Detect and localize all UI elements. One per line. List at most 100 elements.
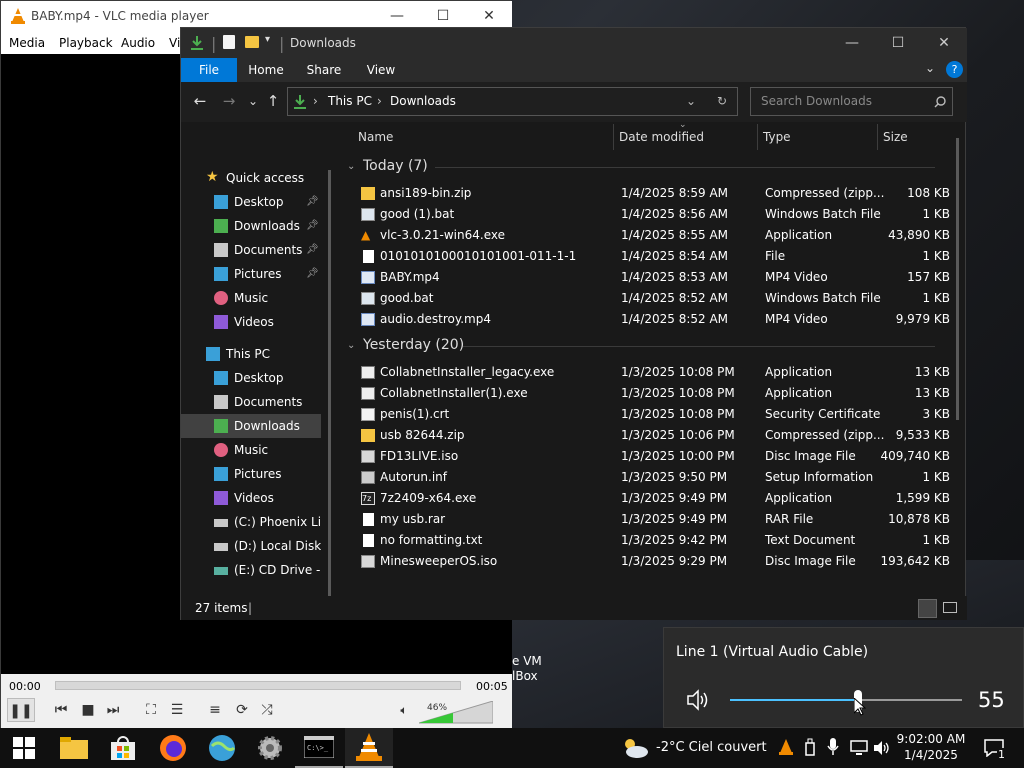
new-folder-icon[interactable]: [245, 36, 259, 48]
clock[interactable]: 9:02:00 AM 1/4/2025: [888, 731, 974, 763]
column-header-name[interactable]: Name: [358, 130, 393, 144]
nav-item[interactable]: Desktop 📌︎: [181, 190, 321, 214]
address-history-chevron-icon[interactable]: ⌄: [686, 88, 696, 115]
details-view-icon[interactable]: [918, 599, 937, 618]
recent-locations-chevron-icon[interactable]: ⌄: [243, 94, 263, 108]
pin-icon[interactable]: 📌︎: [306, 214, 319, 238]
desktop-icon-label[interactable]: e VM lBox: [512, 654, 542, 684]
vlc-menu-playback[interactable]: Playback: [59, 36, 113, 50]
group-header[interactable]: Yesterday (20): [363, 337, 464, 353]
vlc-random-button[interactable]: ⤮: [255, 698, 279, 722]
explorer-close-button[interactable]: ✕: [921, 28, 967, 58]
group-collapse-chevron-icon[interactable]: ⌄: [347, 340, 355, 351]
tab-home[interactable]: Home: [243, 58, 289, 82]
nav-item[interactable]: (E:) CD Drive - IR5: [181, 558, 321, 582]
file-row[interactable]: CollabnetInstaller_legacy.exe 1/3/2025 10…: [358, 362, 955, 383]
nav-item[interactable]: Videos: [181, 486, 321, 510]
weather-text[interactable]: -2°C Ciel couvert: [656, 740, 767, 755]
breadcrumb-this-pc[interactable]: This PC: [328, 88, 372, 115]
nav-item[interactable]: Pictures: [181, 462, 321, 486]
weather-cloud-icon[interactable]: [621, 736, 649, 760]
taskbar-file-explorer[interactable]: [50, 728, 98, 768]
vlc-previous-button[interactable]: ⏮: [49, 698, 73, 722]
taskbar-command-prompt[interactable]: C:\>_: [295, 728, 343, 768]
refresh-icon[interactable]: ↻: [717, 88, 727, 115]
pin-icon[interactable]: 📌︎: [306, 238, 319, 262]
vlc-loop-button[interactable]: ⟳: [230, 698, 254, 722]
nav-item[interactable]: Documents: [181, 390, 321, 414]
nav-item[interactable]: (C:) Phoenix Lite: [181, 510, 321, 534]
quick-access-toolbar-dropdown-icon[interactable]: ▾: [265, 34, 270, 45]
address-bar[interactable]: › This PC › Downloads ⌄ ↻: [287, 87, 738, 116]
taskbar-firefox[interactable]: [149, 728, 197, 768]
file-row[interactable]: good (1).bat 1/4/2025 8:56 AM Windows Batc…: [358, 204, 955, 225]
nav-item[interactable]: Downloads: [181, 414, 321, 438]
taskbar-settings-app[interactable]: [246, 728, 294, 768]
vlc-play-button[interactable]: ❚❚: [7, 698, 35, 722]
properties-icon[interactable]: [223, 35, 235, 49]
large-icons-view-icon[interactable]: [943, 602, 957, 613]
file-row[interactable]: MinesweeperOS.iso 1/3/2025 9:29 PM Disc Im…: [358, 551, 955, 572]
microphone-icon[interactable]: [827, 738, 839, 756]
navigation-scrollbar[interactable]: [328, 170, 331, 610]
breadcrumb-downloads[interactable]: Downloads: [390, 88, 456, 115]
column-header-type[interactable]: Type: [763, 130, 791, 144]
explorer-titlebar[interactable]: | ▾ | Downloads — ☐ ✕: [181, 28, 967, 58]
taskbar-vlc[interactable]: [345, 728, 393, 768]
vlc-mute-button[interactable]: 🔈︎: [392, 698, 416, 722]
file-row[interactable]: 7z 7z2409-x64.exe 1/3/2025 9:49 PM Applicat…: [358, 488, 955, 509]
file-row[interactable]: usb 82644.zip 1/3/2025 10:06 PM Compressed…: [358, 425, 955, 446]
file-row[interactable]: FD13LIVE.iso 1/3/2025 10:00 PM Disc Image …: [358, 446, 955, 467]
nav-item[interactable]: Documents 📌︎: [181, 238, 321, 262]
file-row[interactable]: no formatting.txt 1/3/2025 9:42 PM Text Do…: [358, 530, 955, 551]
explorer-minimize-button[interactable]: —: [829, 28, 875, 58]
vlc-playlist-button[interactable]: ≡: [203, 698, 227, 722]
vlc-fullscreen-button[interactable]: ⛶: [139, 698, 163, 722]
forward-arrow-icon[interactable]: →: [219, 92, 239, 110]
tab-file[interactable]: File: [181, 58, 237, 82]
file-row[interactable]: good.bat 1/4/2025 8:52 AM Windows Batch Fi…: [358, 288, 955, 309]
vlc-next-button[interactable]: ⏭: [101, 698, 125, 722]
file-list-scrollbar[interactable]: [956, 138, 959, 420]
nav-item[interactable]: Videos: [181, 310, 321, 334]
file-row[interactable]: CollabnetInstaller(1).exe 1/3/2025 10:08 …: [358, 383, 955, 404]
nav-item[interactable]: ★ Quick access: [181, 166, 321, 190]
taskbar-network-app[interactable]: [198, 728, 246, 768]
column-header-size[interactable]: Size: [883, 130, 908, 144]
vlc-tray-icon[interactable]: [779, 739, 793, 755]
vlc-stop-button[interactable]: ■: [76, 698, 100, 722]
column-header-date-modified[interactable]: Date modified: [619, 130, 704, 144]
nav-item[interactable]: This PC: [181, 342, 321, 366]
tab-share[interactable]: Share: [301, 58, 347, 82]
help-icon[interactable]: ?: [946, 61, 963, 78]
file-row[interactable]: ansi189-bin.zip 1/4/2025 8:59 AM Compresse…: [358, 183, 955, 204]
vlc-menu-video[interactable]: Vi: [169, 36, 180, 50]
file-row[interactable]: 0101010100010101001-011-1-1 1/4/2025 8:54…: [358, 246, 955, 267]
nav-item[interactable]: Music: [181, 438, 321, 462]
pin-icon[interactable]: 📌︎: [306, 262, 319, 286]
ribbon-expand-chevron-icon[interactable]: ⌄: [925, 61, 935, 75]
search-input[interactable]: Search Downloads: [750, 87, 953, 116]
vlc-menu-audio[interactable]: Audio: [121, 36, 155, 50]
file-row[interactable]: penis(1).crt 1/3/2025 10:08 PM Security Ce…: [358, 404, 955, 425]
tab-view[interactable]: View: [358, 58, 404, 82]
nav-item[interactable]: Downloads 📌︎: [181, 214, 321, 238]
taskbar-store[interactable]: [99, 728, 147, 768]
speaker-icon[interactable]: [686, 689, 710, 711]
pin-icon[interactable]: 📌︎: [306, 190, 319, 214]
vlc-seek-bar[interactable]: [55, 681, 461, 690]
action-center-button[interactable]: 1: [980, 736, 1010, 762]
group-header[interactable]: Today (7): [363, 158, 428, 174]
back-arrow-icon[interactable]: ←: [190, 92, 210, 110]
usb-drive-icon[interactable]: [804, 738, 816, 756]
vlc-extended-settings-button[interactable]: ☰: [165, 698, 189, 722]
start-button[interactable]: [0, 728, 48, 768]
explorer-maximize-button[interactable]: ☐: [875, 28, 921, 58]
network-icon[interactable]: [850, 740, 868, 756]
file-row[interactable]: audio.destroy.mp4 1/4/2025 8:52 AM MP4 Vid…: [358, 309, 955, 330]
nav-item[interactable]: Pictures 📌︎: [181, 262, 321, 286]
nav-item[interactable]: Music: [181, 286, 321, 310]
file-row[interactable]: BABY.mp4 1/4/2025 8:53 AM MP4 Video 157 KB: [358, 267, 955, 288]
file-row[interactable]: ▲ vlc-3.0.21-win64.exe 1/4/2025 8:55 AM App…: [358, 225, 955, 246]
up-arrow-icon[interactable]: ↑: [263, 92, 283, 110]
